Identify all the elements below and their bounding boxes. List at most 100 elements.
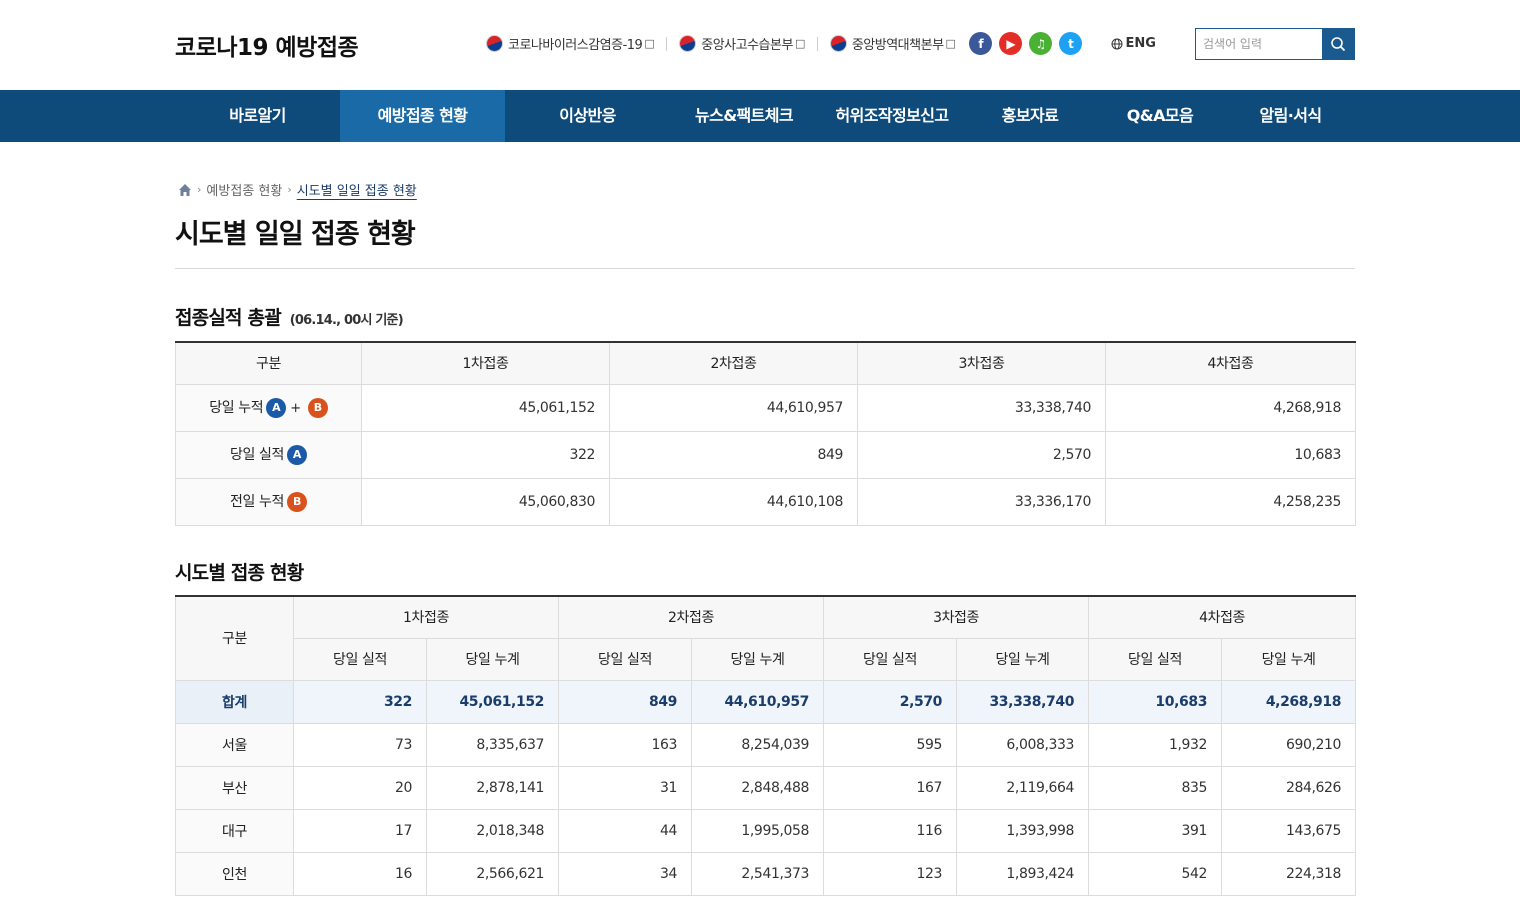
table-cell: 1,893,424 <box>956 851 1090 896</box>
table-cell: 849 <box>609 430 858 479</box>
ext-link-covid19[interactable]: 코로나바이러스감염증-19 □ <box>486 34 655 53</box>
breadcrumb-parent[interactable]: 예방접종 현황 <box>206 180 282 199</box>
table-cell: 45,061,152 <box>425 679 560 724</box>
table-cell: 45,061,152 <box>361 383 610 432</box>
row-label: 당일 실적 <box>230 447 284 463</box>
regional-section-title: 시도별 접종 현황 <box>175 562 304 584</box>
kakao-icon[interactable]: ♫ <box>1029 32 1053 55</box>
table-cell: 116 <box>823 808 958 853</box>
divider <box>816 36 818 51</box>
table-row: 부산 20 2,878,141 31 2,848,488 167 2,119,6… <box>175 765 1357 810</box>
nav-item-misinformation-report[interactable]: 허위조작정보신고 <box>818 90 966 142</box>
nav-item-qna[interactable]: Q&A모음 <box>1094 90 1226 142</box>
table-cell: 2,541,373 <box>691 851 825 896</box>
table-cell: 33,338,740 <box>857 383 1106 432</box>
table-cell: 2,018,348 <box>425 808 560 853</box>
badge-b-icon: B <box>286 492 307 512</box>
youtube-icon[interactable]: ▶ <box>999 32 1023 55</box>
subheader-cumulative: 당일 누계 <box>691 637 825 681</box>
subheader-daily: 당일 실적 <box>558 637 693 681</box>
site-logo[interactable]: 코로나19 예방접종 <box>175 28 359 62</box>
ext-link-label: 코로나바이러스감염증-19 <box>508 38 643 53</box>
english-link[interactable]: ENG <box>1111 36 1156 51</box>
summary-header-dose3: 3차접종 <box>857 341 1106 385</box>
nav-item-notices[interactable]: 알림·서식 <box>1226 90 1355 142</box>
taegeuk-icon <box>486 35 503 52</box>
subheader-cumulative: 당일 누계 <box>1221 637 1357 681</box>
table-cell: 16 <box>293 851 427 896</box>
regional-header-dose1: 1차접종 <box>292 595 560 639</box>
chevron-right-icon: › <box>287 183 292 196</box>
row-label: 전일 누적 <box>230 494 284 510</box>
nav-item-vaccination-status[interactable]: 예방접종 현황 <box>340 90 505 142</box>
table-cell: 2,566,621 <box>425 851 560 896</box>
region-name: 서울 <box>175 722 294 767</box>
divider <box>666 36 668 51</box>
sns-links: f ▶ ♫ t <box>969 32 1089 55</box>
summary-header-dose2: 2차접종 <box>609 341 858 385</box>
table-cell: 167 <box>823 765 958 810</box>
table-cell: 4,258,235 <box>1105 477 1356 526</box>
table-cell: 45,060,830 <box>361 477 610 526</box>
regional-header-dose2: 2차접종 <box>558 595 825 639</box>
region-name: 부산 <box>175 765 294 810</box>
table-row: 인천 16 2,566,621 34 2,541,373 123 1,893,4… <box>175 851 1357 896</box>
table-cell: 4,268,918 <box>1221 679 1357 724</box>
table-cell: 322 <box>361 430 610 479</box>
nav-item-about[interactable]: 바로알기 <box>175 90 340 142</box>
regional-header-dose3: 3차접종 <box>823 595 1090 639</box>
home-icon[interactable] <box>178 183 192 197</box>
table-cell: 123 <box>823 851 958 896</box>
badge-a-icon: A <box>286 445 307 465</box>
twitter-icon[interactable]: t <box>1059 32 1083 55</box>
table-cell: 690,210 <box>1221 722 1357 767</box>
ext-link-cdscc[interactable]: 중앙사고수습본부 □ <box>679 34 805 53</box>
subheader-daily: 당일 실적 <box>1088 637 1223 681</box>
table-cell: 163 <box>558 722 693 767</box>
search-icon <box>1331 37 1346 52</box>
search-box <box>1195 28 1355 60</box>
breadcrumb-current: 시도별 일일 접종 현황 <box>296 184 417 199</box>
row-header: 당일 누적 A + B <box>175 383 362 432</box>
table-cell: 8,254,039 <box>691 722 825 767</box>
ext-link-label: 중앙방역대책본부 <box>851 38 944 53</box>
regional-header-category: 구분 <box>175 595 294 681</box>
summary-table: 구분 1차접종 2차접종 3차접종 4차접종 당일 누적 A + B 45,061,1… <box>175 341 1356 526</box>
chevron-right-icon: › <box>197 183 202 196</box>
badge-b-icon: B <box>307 398 328 418</box>
table-cell: 8,335,637 <box>425 722 560 767</box>
title-divider <box>175 268 1355 269</box>
facebook-icon[interactable]: f <box>969 32 993 55</box>
nav-item-promotion[interactable]: 홍보자료 <box>966 90 1094 142</box>
nav-item-adverse-reactions[interactable]: 이상반응 <box>505 90 670 142</box>
table-cell: 2,119,664 <box>956 765 1090 810</box>
table-row: 당일 누적 A + B 45,061,152 44,610,957 33,338,74… <box>175 383 1356 432</box>
subheader-cumulative: 당일 누계 <box>425 637 560 681</box>
summary-title: 접종실적 총괄 <box>175 307 282 329</box>
plus-sign: + <box>290 401 301 416</box>
summary-header-dose1: 1차접종 <box>361 341 610 385</box>
table-cell: 391 <box>1088 808 1223 853</box>
external-links: 코로나바이러스감염증-19 □ 중앙사고수습본부 □ 중앙방역대책본부 □ f … <box>486 32 1156 55</box>
table-cell: 73 <box>293 722 427 767</box>
table-cell: 17 <box>293 808 427 853</box>
ext-link-cdsch[interactable]: 중앙방역대책본부 □ <box>829 34 956 53</box>
regional-header-dose4: 4차접종 <box>1088 595 1357 639</box>
table-cell: 10,683 <box>1105 430 1356 479</box>
search-input[interactable] <box>1196 29 1322 59</box>
table-cell: 2,848,488 <box>691 765 825 810</box>
ext-link-label: 중앙사고수습본부 <box>701 38 793 53</box>
table-cell: 224,318 <box>1221 851 1357 896</box>
search-button[interactable] <box>1322 29 1354 59</box>
table-cell: 44,610,957 <box>609 383 858 432</box>
total-row: 합계 322 45,061,152 849 44,610,957 2,570 3… <box>175 679 1357 724</box>
nav-item-news-factcheck[interactable]: 뉴스&팩트체크 <box>670 90 818 142</box>
summary-header-category: 구분 <box>175 341 362 385</box>
table-cell: 849 <box>558 679 693 724</box>
row-header: 전일 누적 B <box>175 477 362 526</box>
table-cell: 31 <box>558 765 693 810</box>
row-header: 당일 실적 A <box>175 430 362 479</box>
page-title: 시도별 일일 접종 현황 <box>175 219 416 250</box>
table-row: 전일 누적 B 45,060,830 44,610,108 33,336,170 … <box>175 477 1356 526</box>
summary-subtitle: (06.14., 00시 기준) <box>289 313 404 328</box>
